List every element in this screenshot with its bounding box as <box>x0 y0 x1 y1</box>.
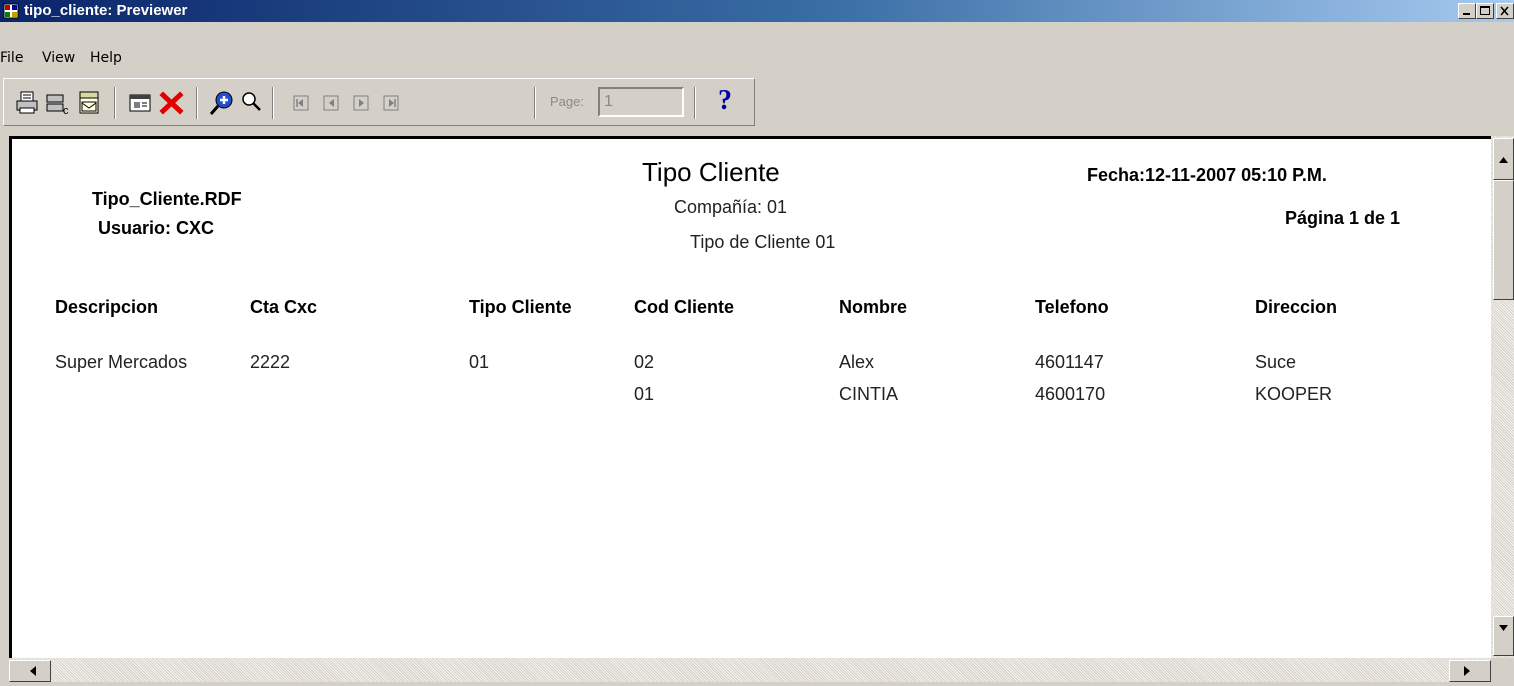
table-cell: Super Mercados <box>55 352 188 372</box>
minimize-icon <box>1463 13 1470 15</box>
scroll-down-button[interactable] <box>1493 616 1514 656</box>
table-cell: 02 <box>634 352 655 372</box>
report-client-type: Tipo de Cliente 01 <box>690 232 836 252</box>
page-label: Page: <box>550 94 584 109</box>
close-icon <box>1500 6 1509 16</box>
menu-view[interactable]: View <box>42 50 75 66</box>
col-tipo-cliente: Tipo Cliente <box>469 297 572 317</box>
table-cell: 4601147 <box>1035 352 1104 372</box>
close-button[interactable] <box>1496 3 1514 19</box>
last-page-button[interactable] <box>378 89 406 117</box>
report-page: Página 1 de 1 <box>1285 208 1401 228</box>
help-icon: ? <box>718 85 732 116</box>
scroll-thumb[interactable] <box>1493 180 1514 300</box>
table-cell: 4600170 <box>1035 384 1106 404</box>
menu-help[interactable]: Help <box>90 50 122 66</box>
table-cell: Suce <box>1255 352 1297 372</box>
report-company: Compañía: 01 <box>674 197 788 217</box>
print-icon <box>16 91 38 114</box>
table-cell: 01 <box>634 384 655 404</box>
next-page-icon <box>353 95 369 111</box>
mail-button[interactable] <box>76 89 104 117</box>
scroll-left-icon <box>30 666 36 676</box>
table-cell: CINTIA <box>839 384 899 404</box>
col-telefono: Telefono <box>1035 297 1109 317</box>
maximize-icon <box>1480 6 1490 15</box>
toolbar: c Page: 1 ? <box>3 78 755 126</box>
horizontal-scrollbar[interactable] <box>9 658 1491 682</box>
col-descripcion: Descripcion <box>55 297 159 317</box>
zoom-in-button[interactable] <box>208 89 236 117</box>
report-file-name: Tipo_Cliente.RDF <box>92 189 242 209</box>
next-page-button[interactable] <box>348 89 376 117</box>
zoom-out-button[interactable] <box>238 89 266 117</box>
menubar: File View Help <box>0 46 1514 70</box>
col-nombre: Nombre <box>839 297 908 317</box>
first-page-button[interactable] <box>288 89 316 117</box>
zoom-in-icon <box>209 91 233 115</box>
print-setup-button[interactable]: c <box>44 89 72 117</box>
print-button[interactable] <box>14 89 42 117</box>
minimize-button[interactable] <box>1458 3 1476 19</box>
scroll-down-icon <box>1499 625 1508 631</box>
zoom-out-icon <box>242 92 261 111</box>
toolbar-separator <box>694 87 696 119</box>
scroll-up-icon <box>1499 157 1508 163</box>
window-titlebar[interactable]: tipo_cliente: Previewer <box>0 0 1514 22</box>
previous-page-icon <box>323 95 339 111</box>
scroll-up-button[interactable] <box>1493 138 1514 180</box>
close-report-button[interactable] <box>158 89 186 117</box>
page-setup-icon <box>129 94 151 112</box>
col-direccion: Direccion <box>1255 297 1338 317</box>
toolbar-separator <box>534 87 536 119</box>
previous-page-button[interactable] <box>318 89 346 117</box>
toolbar-separator <box>272 87 274 119</box>
toolbar-separator <box>196 87 198 119</box>
table-cell: 2222 <box>250 352 291 372</box>
page-number-input[interactable] <box>598 87 684 117</box>
last-page-icon <box>383 95 399 111</box>
scroll-left-button[interactable] <box>9 660 51 682</box>
scroll-right-icon <box>1464 666 1470 676</box>
toolbar-separator <box>114 87 116 119</box>
close-red-x-icon <box>159 91 184 115</box>
menu-file[interactable]: File <box>0 50 23 66</box>
scroll-right-button[interactable] <box>1449 660 1491 682</box>
svg-text:c: c <box>63 105 69 117</box>
page-setup-button[interactable] <box>126 89 154 117</box>
col-cod-cliente: Cod Cliente <box>634 297 735 317</box>
table-cell: KOOPER <box>1255 384 1333 404</box>
vertical-scrollbar[interactable] <box>1491 136 1514 658</box>
window-title: tipo_cliente: Previewer <box>24 2 188 19</box>
report-title: Tipo Cliente <box>642 157 780 187</box>
previewer-app-icon <box>3 3 19 19</box>
col-cta-cxc: Cta Cxc <box>250 297 318 317</box>
print-setup-icon: c <box>46 94 69 117</box>
mail-icon <box>79 91 99 114</box>
first-page-icon <box>293 95 309 111</box>
maximize-button[interactable] <box>1476 3 1494 19</box>
report-preview: Tipo_Cliente.RDF Usuario: CXC Tipo Clien… <box>9 136 1491 658</box>
help-button[interactable]: ? <box>718 85 746 116</box>
table-cell: 01 <box>469 352 490 372</box>
table-cell: Alex <box>839 352 875 372</box>
report-user: Usuario: CXC <box>98 218 215 238</box>
report-date: Fecha:12-11-2007 05:10 P.M. <box>1087 165 1327 185</box>
